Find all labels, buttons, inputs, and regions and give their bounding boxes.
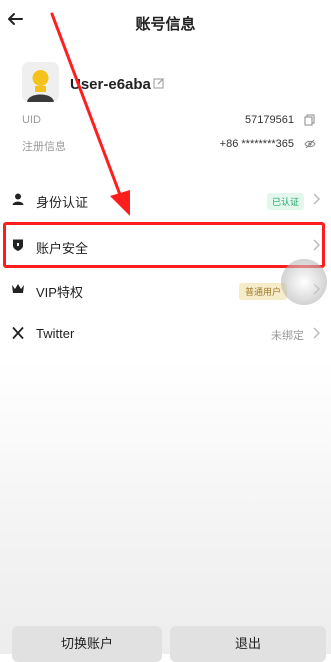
menu-label-twitter: Twitter bbox=[36, 326, 75, 341]
uid-row: UID 57179561 bbox=[22, 112, 316, 130]
twitter-bind-status: 未绑定 bbox=[271, 330, 304, 342]
chevron-right-icon bbox=[313, 327, 321, 339]
eye-hidden-icon[interactable] bbox=[304, 138, 316, 150]
highlight-box bbox=[3, 222, 325, 268]
avatar[interactable] bbox=[22, 62, 59, 102]
register-info-value: +86 ********365 bbox=[219, 138, 294, 150]
chevron-right-icon bbox=[313, 193, 321, 205]
menu-label-identity: 身份认证 bbox=[36, 195, 89, 210]
register-info-label: 注册信息 bbox=[22, 141, 66, 153]
copy-icon[interactable] bbox=[304, 114, 316, 126]
user-icon bbox=[10, 191, 26, 207]
vip-level-badge: 普通用户 bbox=[238, 283, 287, 300]
logout-button[interactable]: 退出 bbox=[170, 626, 326, 662]
menu-item-twitter[interactable]: Twitter 未绑定 bbox=[0, 314, 331, 354]
top-bar: 账号信息 bbox=[0, 0, 331, 44]
switch-account-button[interactable]: 切换账户 bbox=[12, 626, 162, 662]
uid-value: 57179561 bbox=[245, 114, 294, 126]
page-title: 账号信息 bbox=[135, 16, 196, 33]
register-info-row: 注册信息 +86 ********365 bbox=[22, 136, 316, 154]
x-logo-icon bbox=[10, 325, 26, 341]
touch-indicator bbox=[281, 259, 327, 305]
bottom-action-bar: 切换账户 退出 bbox=[0, 618, 331, 662]
menu-item-identity[interactable]: 身份认证 已认证 bbox=[0, 180, 331, 220]
profile-header: User-e6aba bbox=[22, 62, 312, 108]
uid-label: UID bbox=[22, 114, 41, 126]
verified-badge: 已认证 bbox=[266, 193, 304, 210]
menu-label-vip: VIP特权 bbox=[36, 285, 83, 300]
bottom-background bbox=[0, 360, 331, 654]
avatar-image bbox=[22, 62, 59, 102]
username: User-e6aba bbox=[70, 76, 151, 93]
vip-crown-icon bbox=[10, 281, 26, 297]
edit-icon[interactable] bbox=[153, 77, 165, 89]
